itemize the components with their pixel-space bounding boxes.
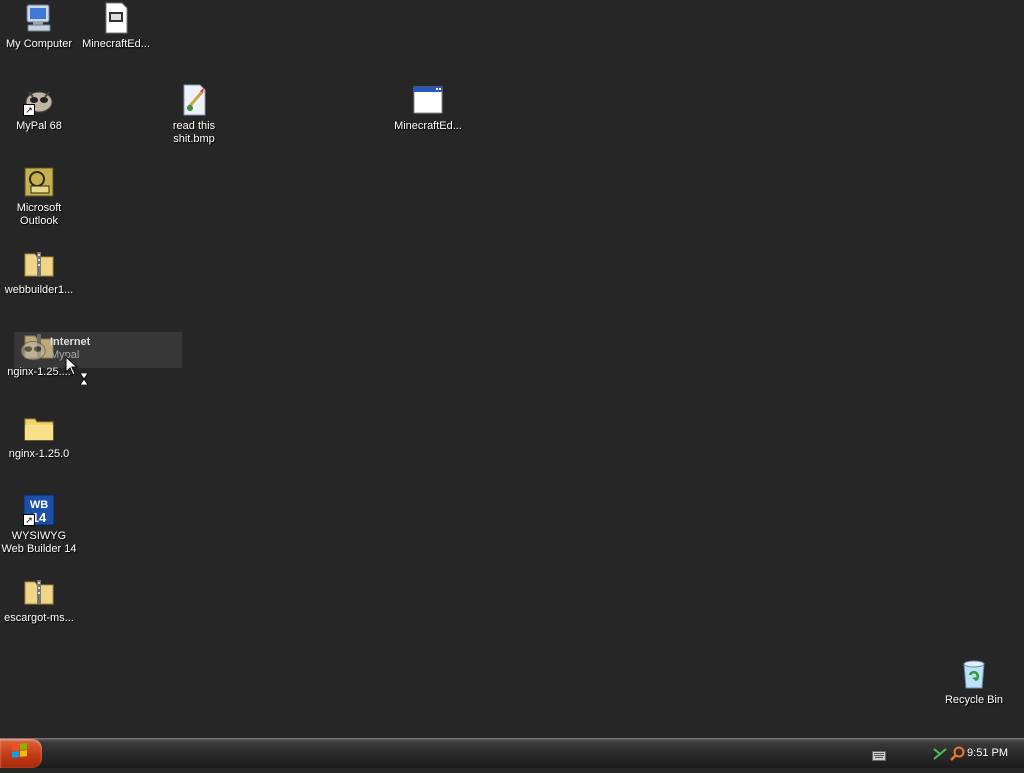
desktop-icon-webbuilder-app[interactable]: WB 14 ↗ WYSIWYG Web Builder 14: [0, 494, 78, 556]
desktop[interactable]: My Computer MinecraftEd... ↗ MyPal 68 re…: [0, 0, 1024, 738]
mouse-cursor-icon: [65, 355, 79, 381]
desktop-icon-label: read this shit.bmp: [172, 120, 216, 145]
document-icon: [100, 2, 132, 34]
desktop-icon-escargot-zip[interactable]: escargot-ms...: [0, 576, 78, 625]
desktop-icon-webbuilder-zip[interactable]: webbuilder1...: [0, 248, 78, 297]
application-window-icon: [412, 84, 444, 116]
desktop-icon-label: escargot-ms...: [4, 612, 74, 624]
desktop-icon-label: My Computer: [5, 38, 73, 50]
desktop-icon-label: webbuilder1...: [4, 284, 74, 296]
desktop-icon-label: MinecraftEd...: [394, 120, 462, 132]
desktop-icon-minecraftedu-app[interactable]: MinecraftEd...: [389, 84, 467, 133]
desktop-icon-my-computer[interactable]: My Computer: [0, 2, 78, 51]
drag-ghost: Internet Mypal: [14, 332, 182, 368]
taskbar: 9:51 PM: [0, 738, 1024, 768]
windows-logo-icon: [12, 743, 27, 758]
taskbar-clock[interactable]: 9:51 PM: [967, 747, 1008, 759]
desktop-icon-minecraftedu-document[interactable]: MinecraftEd...: [77, 2, 155, 51]
desktop-icon-recycle-bin[interactable]: Recycle Bin: [935, 658, 1013, 707]
desktop-icon-label: MinecraftEd...: [82, 38, 150, 50]
search-icon[interactable]: [950, 746, 966, 767]
keyboard-icon[interactable]: [872, 748, 886, 766]
recycle-bin-icon: [958, 658, 990, 690]
drag-ghost-title: Internet: [50, 336, 91, 348]
desktop-icon-mypal[interactable]: ↗ MyPal 68: [0, 84, 78, 133]
webbuilder-icon: WB 14 ↗: [23, 494, 55, 526]
desktop-icon-label: Recycle Bin: [944, 694, 1004, 706]
mypal-icon: ↗: [23, 84, 55, 116]
start-button[interactable]: [0, 739, 42, 768]
desktop-icon-outlook[interactable]: Microsoft Outlook: [0, 166, 78, 228]
mypal-drag-icon: [18, 334, 48, 369]
desktop-icon-label: Microsoft Outlook: [16, 202, 62, 227]
bitmap-image-icon: [178, 84, 210, 116]
my-computer-icon: [23, 2, 55, 34]
desktop-icon-label: nginx-1.25.0: [8, 448, 70, 460]
shortcut-arrow-icon: ↗: [23, 104, 35, 116]
zip-folder-icon: [23, 248, 55, 280]
desktop-icon-label: MyPal 68: [16, 120, 62, 132]
desktop-icon-bitmap-file[interactable]: read this shit.bmp: [155, 84, 233, 146]
network-icon[interactable]: [932, 746, 948, 767]
desktop-icon-label: WYSIWYG Web Builder 14: [1, 530, 77, 555]
zip-folder-icon: [23, 576, 55, 608]
outlook-icon: [23, 166, 55, 198]
system-tray: 9:51 PM: [928, 739, 1024, 768]
folder-icon: [23, 412, 55, 444]
desktop-icon-nginx-folder[interactable]: nginx-1.25.0: [0, 412, 78, 461]
busy-hourglass-icon: [79, 372, 89, 390]
shortcut-arrow-icon: ↗: [23, 514, 35, 526]
